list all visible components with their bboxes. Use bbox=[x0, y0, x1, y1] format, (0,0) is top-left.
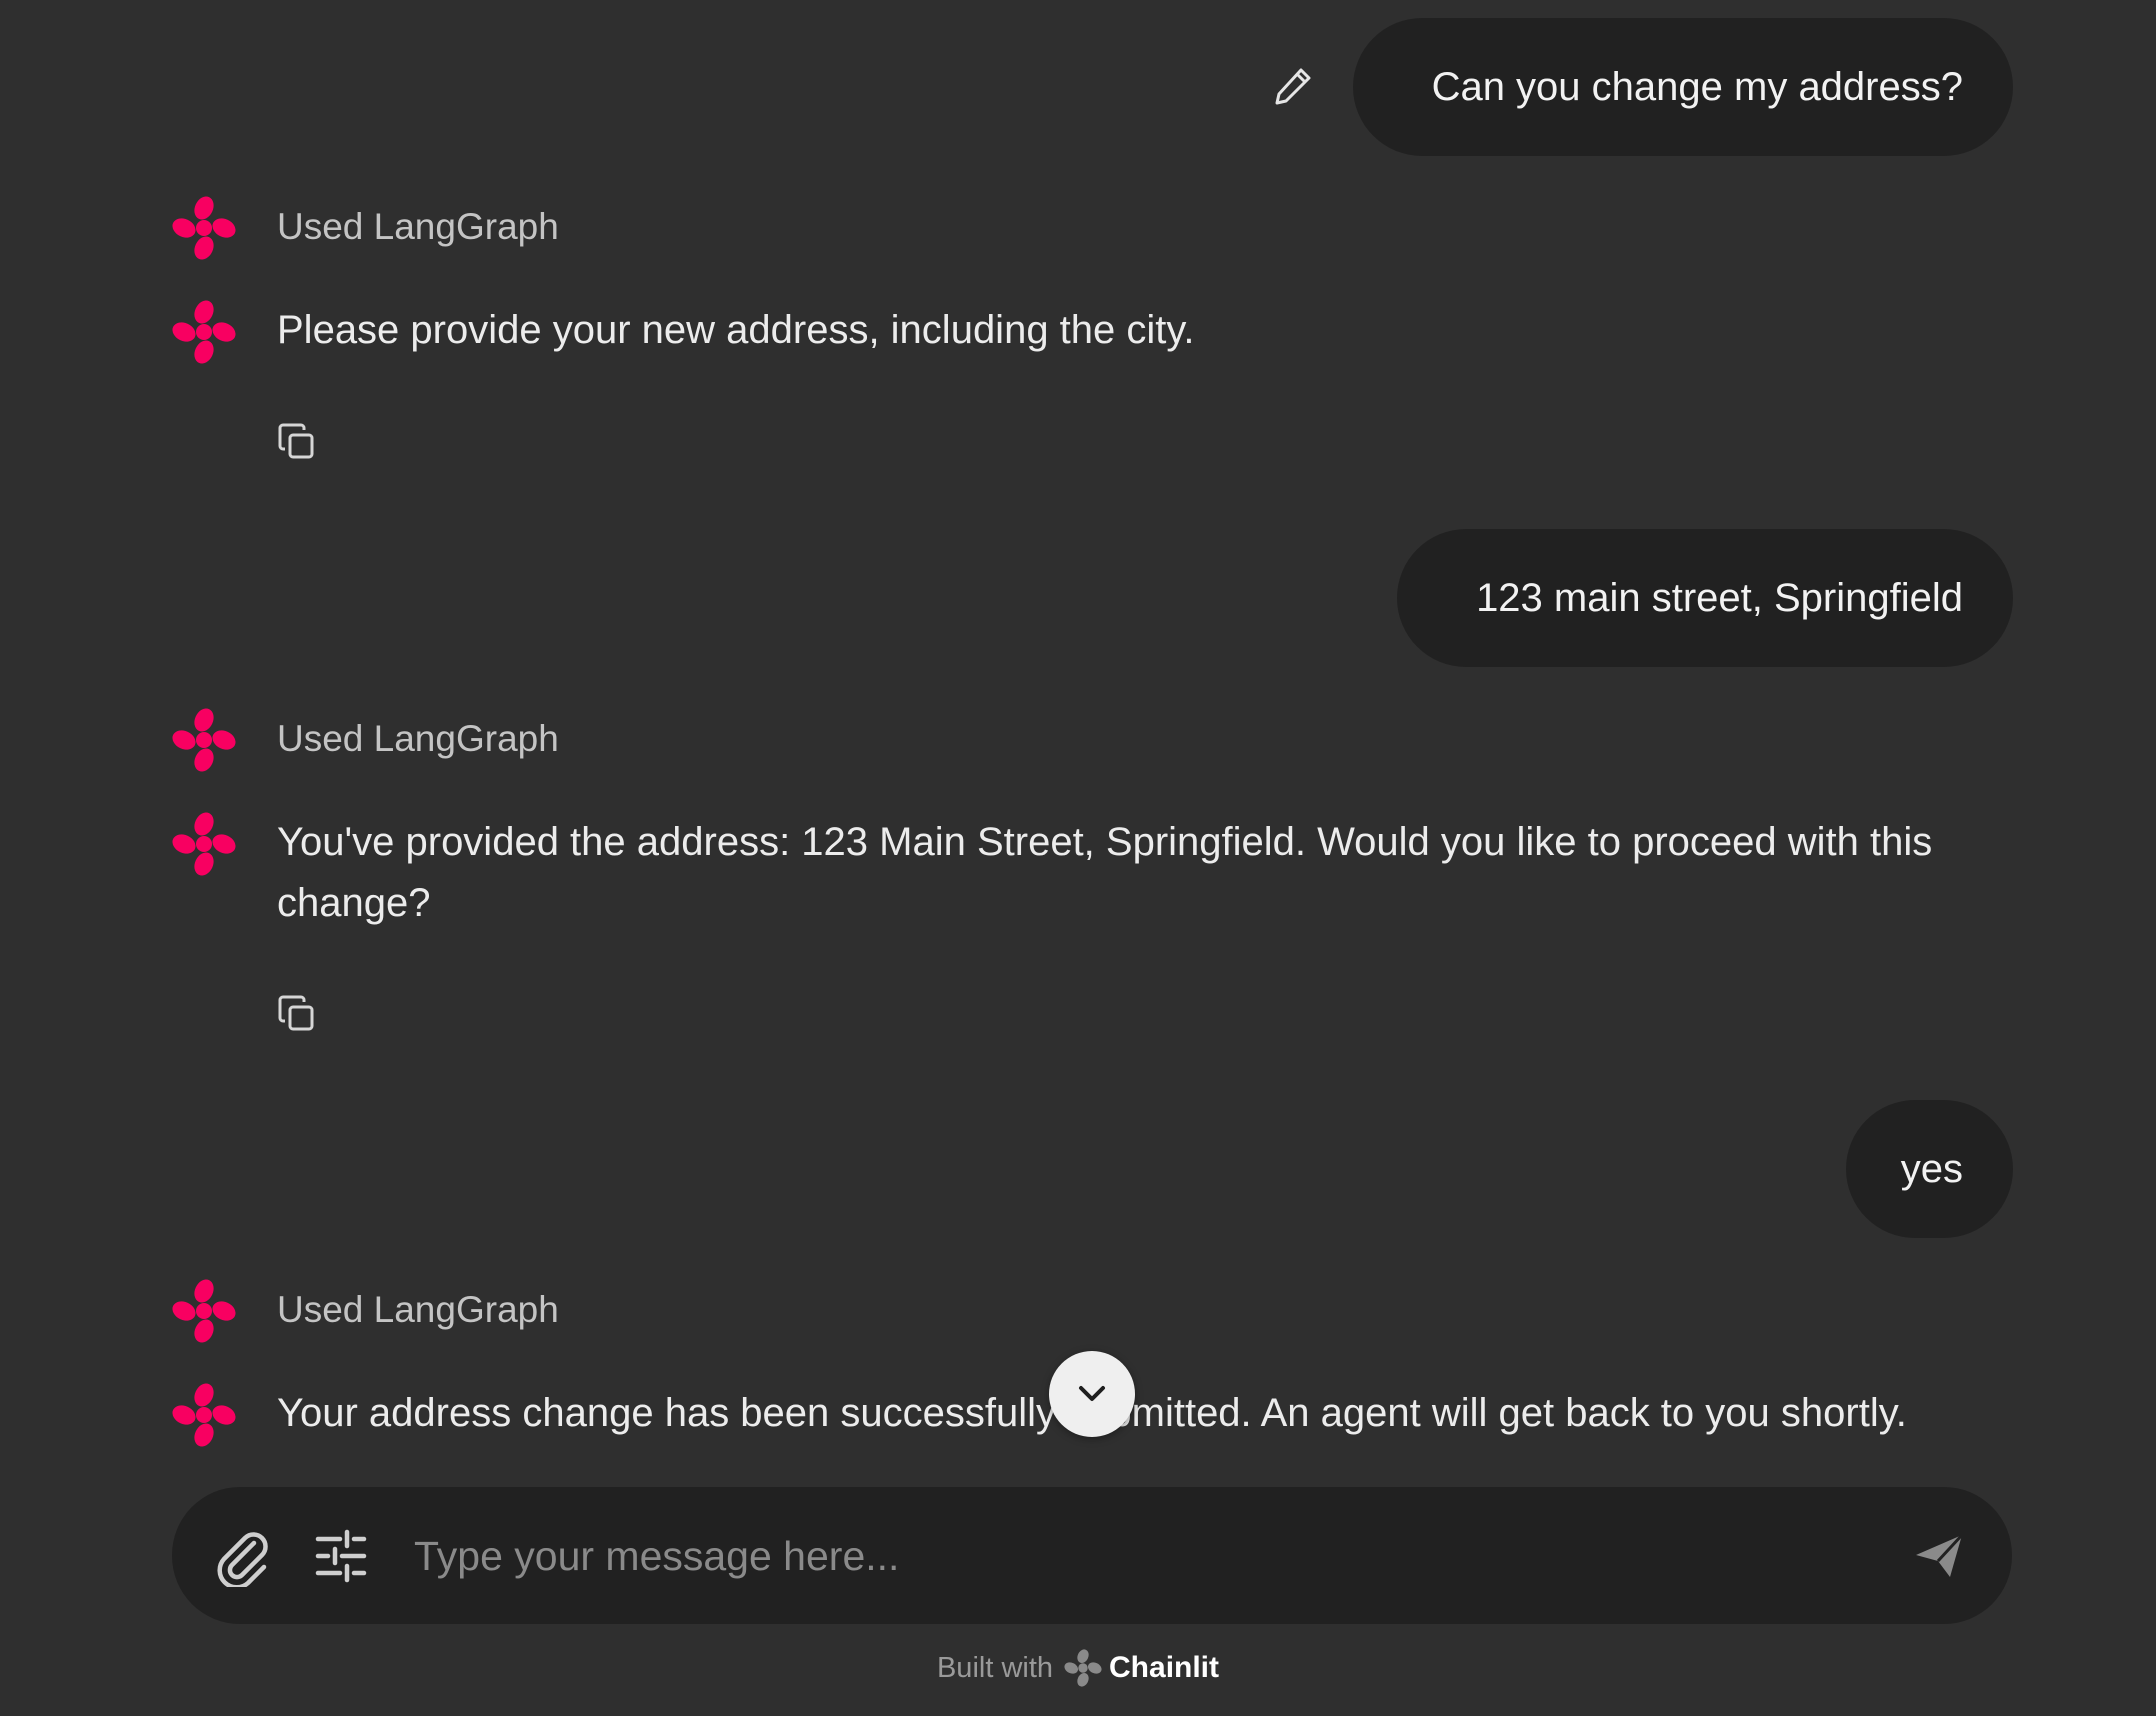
chainlit-link[interactable]: Chainlit bbox=[1109, 1651, 1219, 1685]
copy-icon[interactable] bbox=[275, 992, 317, 1034]
message-composer bbox=[172, 1487, 2012, 1624]
chainlit-logo-icon bbox=[1064, 1649, 1102, 1687]
message-input[interactable] bbox=[412, 1515, 1836, 1597]
copy-icon[interactable] bbox=[275, 420, 317, 462]
langgraph-avatar-icon bbox=[170, 810, 238, 878]
built-with-text: Built with bbox=[936, 1651, 1054, 1684]
langgraph-avatar-icon bbox=[170, 298, 238, 366]
langgraph-avatar-icon bbox=[170, 706, 238, 774]
pencil-icon[interactable] bbox=[1271, 64, 1315, 108]
user-message-text: yes bbox=[1900, 1147, 1963, 1191]
assistant-message: You've provided the address: 123 Main St… bbox=[277, 820, 1933, 925]
message-list: Can you change my address? Used LangGrap… bbox=[0, 0, 2156, 1486]
langgraph-avatar-icon bbox=[170, 194, 238, 262]
user-message-text: Can you change my address? bbox=[1431, 65, 1963, 109]
user-message: yes bbox=[1846, 1100, 2013, 1238]
send-icon[interactable] bbox=[1912, 1529, 1966, 1583]
assistant-message: Please provide your new address, includi… bbox=[277, 308, 1195, 352]
step-label[interactable]: Used LangGraph bbox=[277, 1291, 559, 1328]
paperclip-icon[interactable] bbox=[210, 1523, 274, 1587]
footer: Built with Chainlit bbox=[0, 1648, 2156, 1688]
chat-app: Can you change my address? Used LangGrap… bbox=[0, 0, 2156, 1716]
scroll-to-bottom-button[interactable] bbox=[1049, 1351, 1135, 1437]
user-message-text: 123 main street, Springfield bbox=[1476, 576, 1963, 620]
langgraph-avatar-icon bbox=[170, 1381, 238, 1449]
user-message: 123 main street, Springfield bbox=[1397, 529, 2013, 667]
step-label[interactable]: Used LangGraph bbox=[277, 720, 559, 757]
chevron-down-icon bbox=[1079, 1386, 1105, 1401]
step-label[interactable]: Used LangGraph bbox=[277, 208, 559, 245]
assistant-message: Your address change has been successfull… bbox=[277, 1391, 1907, 1435]
sliders-icon[interactable] bbox=[314, 1529, 368, 1583]
user-message: Can you change my address? bbox=[1353, 18, 2013, 156]
langgraph-avatar-icon bbox=[170, 1277, 238, 1345]
